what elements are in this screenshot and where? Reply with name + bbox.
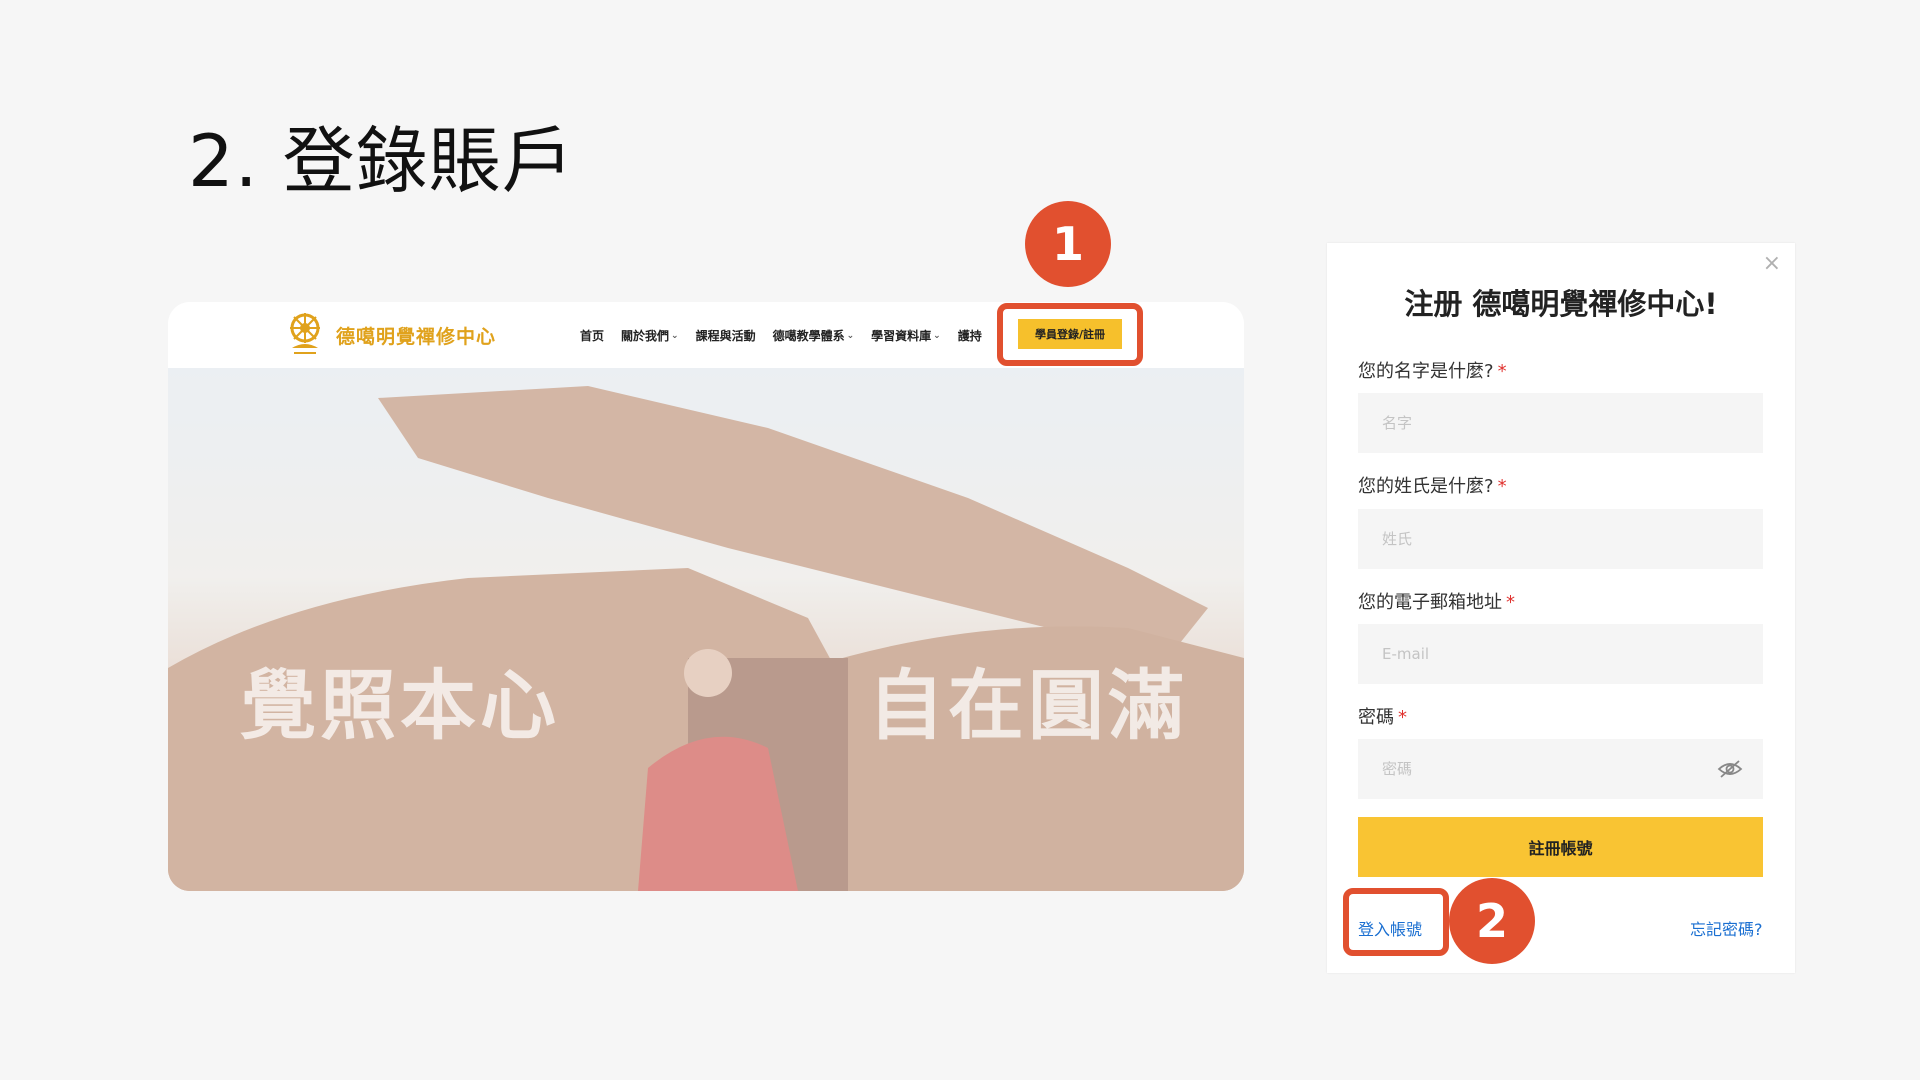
hero-overlay xyxy=(168,368,1244,891)
nav-item-label: 學習資料庫 xyxy=(871,329,932,343)
hero-text-right: 自在圓滿 xyxy=(868,661,1188,750)
register-account-button[interactable]: 註冊帳號 xyxy=(1358,817,1763,877)
dharma-wheel-logo-icon xyxy=(290,313,320,354)
first-name-label-text: 您的名字是什麼? xyxy=(1358,361,1494,382)
nav-item-support[interactable]: 護持 xyxy=(958,327,982,344)
nav-item-library[interactable]: 學習資料庫 ⌄ xyxy=(871,327,941,344)
highlight-box-login xyxy=(1343,888,1449,956)
last-name-label: 您的姓氏是什麼? * xyxy=(1358,472,1507,498)
last-name-input[interactable] xyxy=(1358,509,1763,569)
chevron-down-icon: ⌄ xyxy=(846,330,855,341)
step-badge-1: 1 xyxy=(1025,201,1111,287)
required-mark: * xyxy=(1506,592,1515,613)
slide-title: 2. 登錄賬戶 xyxy=(188,119,575,203)
site-logo[interactable]: 德噶明覺禪修中心 xyxy=(284,312,496,358)
eye-slash-icon[interactable] xyxy=(1717,759,1743,779)
step-badge-2: 2 xyxy=(1449,878,1535,964)
nav-item-label: 課程與活動 xyxy=(695,329,756,343)
email-label-text: 您的電子郵箱地址 xyxy=(1358,592,1502,613)
email-label: 您的電子郵箱地址 * xyxy=(1358,588,1515,614)
required-mark: * xyxy=(1398,707,1407,728)
highlight-box-register xyxy=(997,303,1143,366)
site-nav: 首页 關於我們 ⌄ 課程與活動 德噶教學體系 ⌄ 學習資料庫 ⌄ 護持 xyxy=(580,327,982,344)
password-label-text: 密碼 xyxy=(1358,707,1394,728)
required-mark: * xyxy=(1497,476,1507,497)
required-mark: * xyxy=(1497,361,1507,382)
nav-item-label: 護持 xyxy=(957,329,982,343)
hero-banner: 覺照本心 自在圓滿 xyxy=(168,368,1244,891)
password-input[interactable] xyxy=(1358,739,1763,799)
chevron-down-icon: ⌄ xyxy=(933,330,941,341)
register-modal: × 注册 德噶明覺禪修中心! 您的名字是什麼?* 您的姓氏是什麼?* 您的電子郵… xyxy=(1327,243,1795,973)
first-name-input[interactable] xyxy=(1358,393,1763,453)
nav-item-home[interactable]: 首页 xyxy=(580,327,604,344)
last-name-label-text: 您的姓氏是什麼? xyxy=(1358,476,1494,497)
hero-text-left: 覺照本心 xyxy=(240,661,560,750)
close-icon[interactable]: × xyxy=(1763,251,1781,276)
chevron-down-icon: ⌄ xyxy=(671,330,679,341)
nav-item-label: 德噶教學體系 xyxy=(772,329,845,343)
site-logo-text: 德噶明覺禪修中心 xyxy=(336,325,497,348)
website-screenshot: 德噶明覺禪修中心 首页 關於我們 ⌄ 課程與活動 德噶教學體系 ⌄ 學習資料庫 ⌄ 護… xyxy=(168,302,1244,891)
password-label: 密碼 * xyxy=(1358,703,1407,729)
first-name-label: 您的名字是什麼? * xyxy=(1358,357,1507,383)
forgot-password-link[interactable]: 忘記密碼? xyxy=(1690,916,1763,940)
nav-item-label: 關於我們 xyxy=(621,329,670,343)
nav-item-about[interactable]: 關於我們 ⌄ xyxy=(621,327,679,344)
nav-item-teaching-system[interactable]: 德噶教學體系 ⌄ xyxy=(773,327,855,344)
email-input[interactable] xyxy=(1358,624,1763,684)
nav-item-label: 首页 xyxy=(580,329,605,343)
nav-item-courses[interactable]: 課程與活動 xyxy=(696,327,756,344)
modal-title: 注册 德噶明覺禪修中心! xyxy=(1404,287,1718,321)
